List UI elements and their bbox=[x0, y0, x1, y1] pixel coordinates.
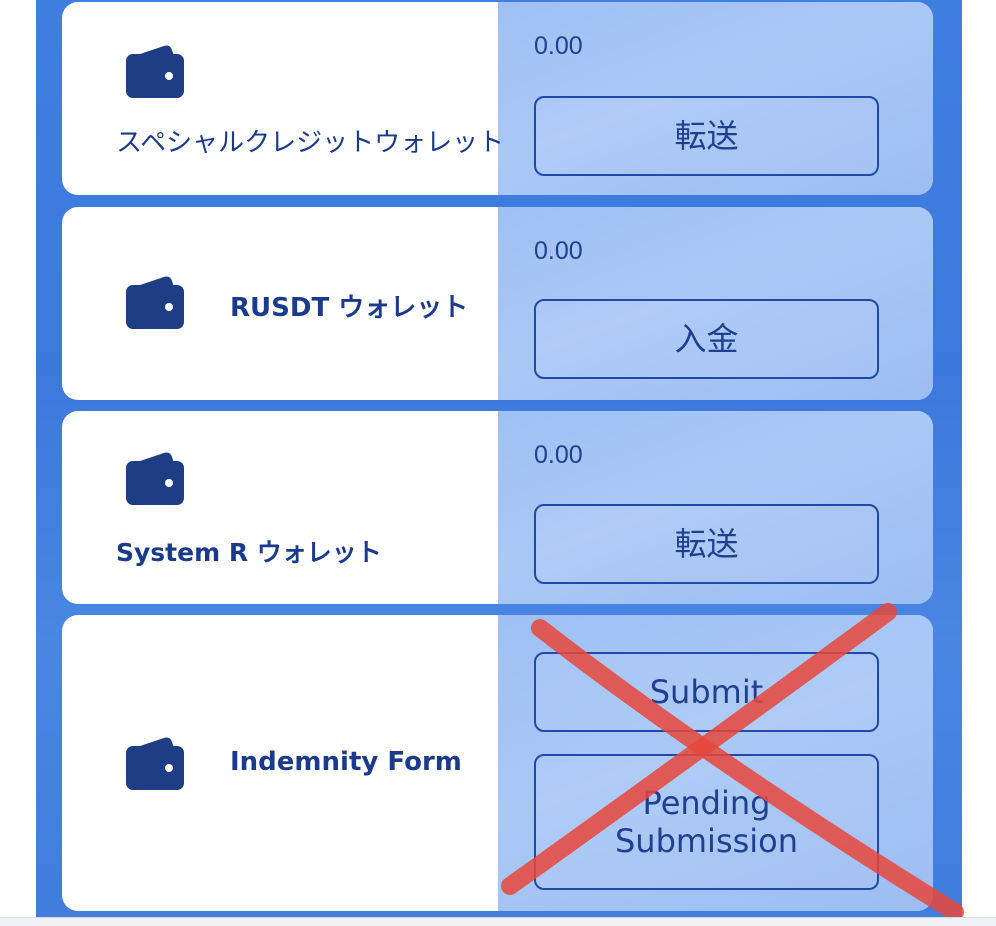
wallet-name: RUSDT ウォレット bbox=[230, 293, 469, 323]
wallet-icon bbox=[126, 737, 184, 790]
wallet-balance: 0.00 bbox=[534, 441, 583, 469]
wallet-icon bbox=[126, 452, 184, 505]
wallet-icon bbox=[126, 276, 184, 329]
transfer-button[interactable]: 転送 bbox=[534, 96, 879, 176]
wallet-name: System R ウォレット bbox=[116, 538, 382, 567]
wallet-balance: 0.00 bbox=[534, 237, 583, 265]
indemnity-form-card: Indemnity Form Submit Pending Submission bbox=[62, 615, 933, 911]
indemnity-form-label: Indemnity Form bbox=[230, 747, 462, 777]
transfer-button[interactable]: 転送 bbox=[534, 504, 879, 584]
wallet-card-special-credit: スペシャルクレジットウォレット 0.00 転送 bbox=[62, 2, 933, 195]
pending-submission-button[interactable]: Pending Submission bbox=[534, 754, 879, 890]
deposit-button[interactable]: 入金 bbox=[534, 299, 879, 379]
wallet-card-rusdt: RUSDT ウォレット 0.00 入金 bbox=[62, 207, 933, 400]
wallet-icon bbox=[126, 45, 184, 98]
wallet-balance: 0.00 bbox=[534, 32, 583, 60]
wallet-card-system-r: System R ウォレット 0.00 転送 bbox=[62, 411, 933, 604]
wallet-name: スペシャルクレジットウォレット bbox=[116, 128, 505, 158]
submit-button[interactable]: Submit bbox=[534, 652, 879, 732]
